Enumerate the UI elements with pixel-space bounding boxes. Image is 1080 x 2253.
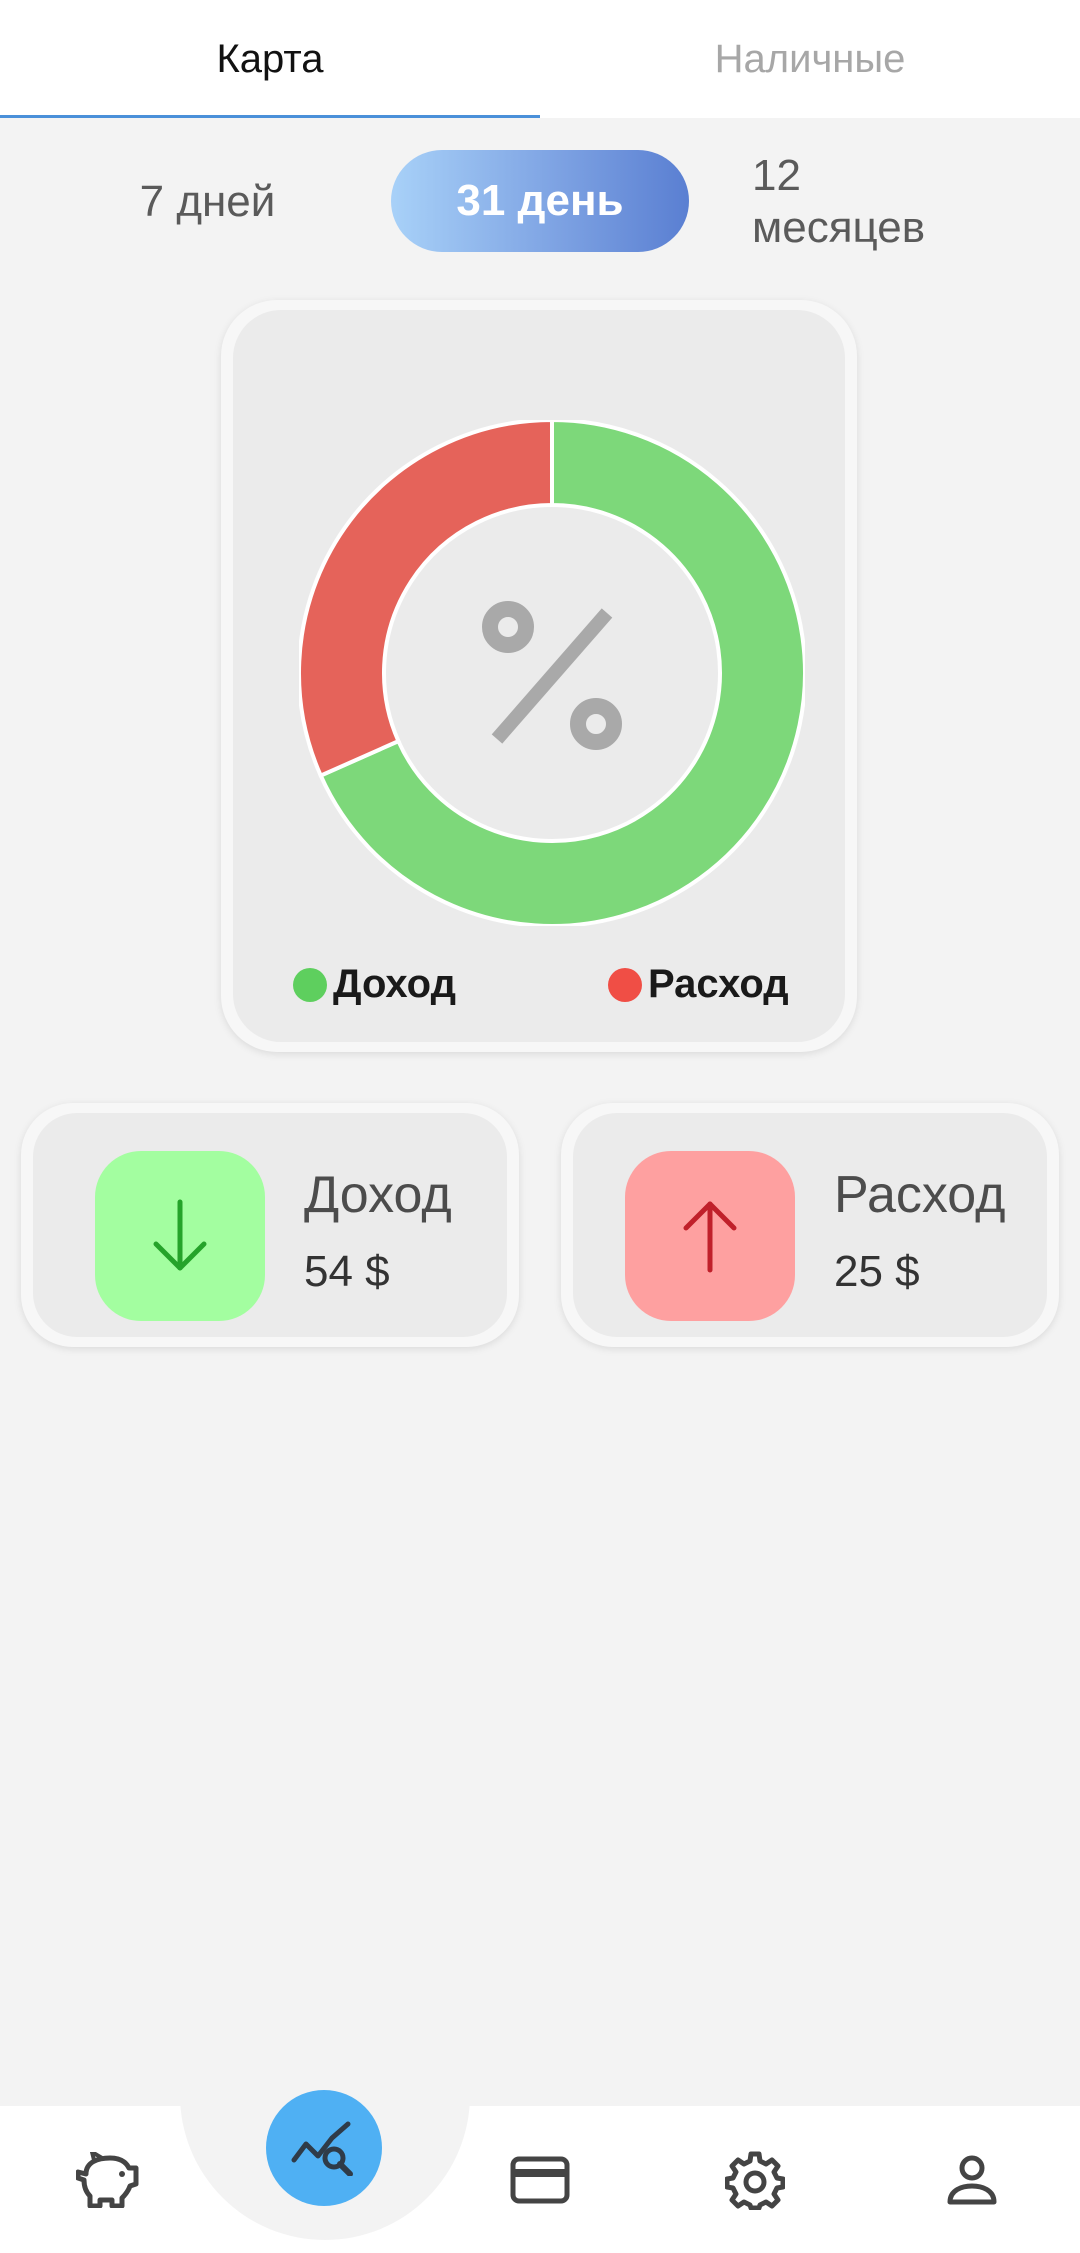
expense-title: Расход <box>834 1166 1006 1224</box>
income-summary-card[interactable]: Доход 54 $ <box>21 1103 519 1347</box>
nav-settings-button[interactable] <box>715 2140 795 2220</box>
person-icon <box>947 2155 997 2205</box>
tab-card-label: Карта <box>216 36 324 81</box>
percent-icon <box>482 601 622 750</box>
nav-savings-button[interactable] <box>68 2140 148 2220</box>
expense-value: 25 $ <box>834 1247 920 1296</box>
tab-card[interactable]: Карта <box>0 0 540 118</box>
gear-icon <box>725 2151 785 2210</box>
nav-profile-button[interactable] <box>932 2140 1012 2220</box>
nav-cards-button[interactable] <box>500 2140 580 2220</box>
period-12-months-button[interactable]: 12 месяцев <box>752 150 1012 254</box>
analytics-icon <box>291 2121 353 2176</box>
expense-icon-box <box>625 1151 795 1321</box>
chart-card-inner: Доход Расход <box>233 310 845 1042</box>
credit-card-icon <box>510 2156 570 2204</box>
period-31-days-label: 31 день <box>456 176 624 225</box>
active-tab-indicator <box>0 115 540 118</box>
tab-cash[interactable]: Наличные <box>540 0 1080 118</box>
period-31-days-button[interactable]: 31 день <box>391 150 689 252</box>
period-12-months-label: 12 месяцев <box>752 151 926 252</box>
income-summary-inner: Доход 54 $ <box>33 1113 507 1337</box>
legend-dot-income <box>293 967 327 1002</box>
arrow-up-icon <box>683 1201 737 1273</box>
tab-cash-label: Наличные <box>714 36 906 81</box>
expense-summary-card[interactable]: Расход 25 $ <box>561 1103 1059 1347</box>
arrow-down-icon <box>153 1199 207 1271</box>
period-7-days-button[interactable]: 7 дней <box>100 150 315 254</box>
period-selector: 7 дней 31 день 12 месяцев <box>0 150 1080 254</box>
income-value: 54 $ <box>304 1247 390 1296</box>
donut-chart <box>299 420 805 926</box>
legend-label-expense: Расход <box>648 962 789 1006</box>
piggy-bank-icon <box>76 2152 139 2208</box>
legend-item-expense: Расход <box>608 962 789 1007</box>
expense-summary-inner: Расход 25 $ <box>573 1113 1047 1337</box>
income-expense-chart-card: Доход Расход <box>221 300 857 1052</box>
legend-dot-expense <box>608 967 642 1002</box>
account-type-tabs: Карта Наличные <box>0 0 1080 118</box>
period-7-days-label: 7 дней <box>139 177 276 226</box>
legend-label-income: Доход <box>333 962 456 1006</box>
legend-item-income: Доход <box>293 962 456 1007</box>
income-title: Доход <box>304 1166 452 1224</box>
income-icon-box <box>95 1151 265 1321</box>
nav-analytics-button[interactable] <box>266 2090 382 2206</box>
